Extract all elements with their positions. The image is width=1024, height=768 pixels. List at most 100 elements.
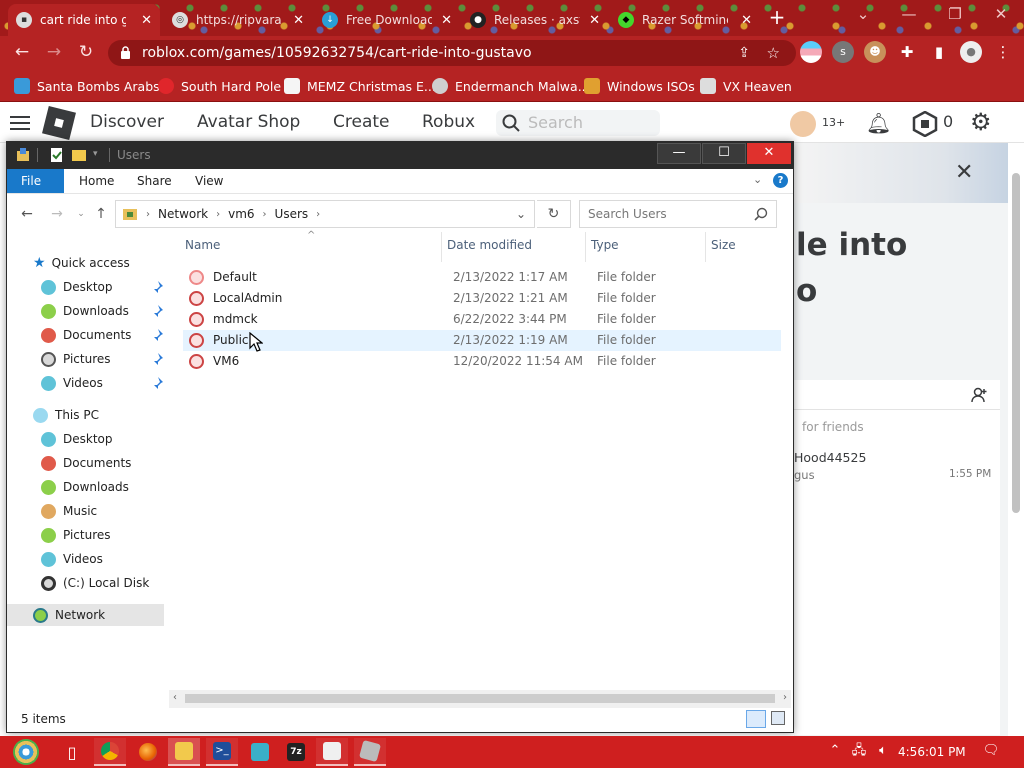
share-icon[interactable]: ⇪: [738, 40, 750, 66]
expand-ribbon-icon[interactable]: ⌄: [753, 173, 762, 186]
hamburger-menu-icon[interactable]: [10, 114, 30, 130]
side-panel-icon[interactable]: ▮: [928, 41, 950, 63]
pin-icon[interactable]: [150, 280, 164, 294]
table-row[interactable]: LocalAdmin 2/13/2022 1:21 AM File folder: [183, 288, 781, 309]
extensions-puzzle-icon[interactable]: ✚: [896, 41, 918, 63]
close-tab-icon[interactable]: ✕: [433, 13, 452, 28]
nav-robux[interactable]: Robux: [422, 112, 475, 132]
crumb-network[interactable]: Network: [158, 207, 208, 221]
nav-pc-videos[interactable]: Videos: [41, 548, 103, 570]
back-arrow-icon[interactable]: ←: [18, 205, 36, 223]
crumb-vm6[interactable]: vm6: [228, 207, 254, 221]
taskbar-file-explorer[interactable]: [168, 738, 200, 766]
details-view-icon[interactable]: [746, 710, 766, 728]
volume-icon[interactable]: 🔈︎: [874, 742, 892, 760]
pin-icon[interactable]: [150, 304, 164, 318]
tray-overflow-icon[interactable]: ⌃: [826, 742, 844, 760]
tab-free-download[interactable]: ↓ Free Download ✕: [314, 4, 460, 36]
task-view-button[interactable]: ▯: [56, 738, 88, 766]
tab-cart-ride[interactable]: ▪ cart ride into gu ✕: [8, 4, 160, 36]
nav-qa-downloads[interactable]: Downloads: [41, 300, 129, 322]
nav-create[interactable]: Create: [333, 112, 390, 132]
nav-pc-documents[interactable]: Documents: [41, 452, 131, 474]
roblox-logo-icon[interactable]: [42, 106, 76, 140]
nav-pc-pictures[interactable]: Pictures: [41, 524, 111, 546]
minimize-button[interactable]: —: [886, 0, 932, 30]
breadcrumb[interactable]: › Network › vm6 › Users › ⌄: [115, 200, 535, 228]
tab-releases[interactable]: ● Releases · axst ✕: [462, 4, 608, 36]
close-tab-icon[interactable]: ✕: [581, 13, 600, 28]
nav-qa-pictures[interactable]: Pictures: [41, 348, 111, 370]
scrollbar-thumb[interactable]: [1012, 173, 1020, 513]
refresh-button[interactable]: ↻: [537, 200, 571, 228]
nav-discover[interactable]: Discover: [90, 112, 164, 132]
taskbar-window[interactable]: [316, 738, 348, 766]
scrollbar-thumb[interactable]: [185, 694, 775, 703]
help-icon[interactable]: ?: [773, 173, 788, 188]
nav-qa-videos[interactable]: Videos: [41, 372, 103, 394]
notifications-icon[interactable]: 🗨︎: [982, 742, 1000, 760]
nav-network[interactable]: Network: [7, 604, 164, 626]
scroll-left-icon[interactable]: ‹: [173, 692, 177, 703]
bookmark-memz[interactable]: MEMZ Christmas E...: [284, 76, 436, 96]
system-clock[interactable]: 4:56:01 PM: [898, 736, 966, 768]
large-icons-view-icon[interactable]: [771, 711, 785, 725]
bookmark-endermanch[interactable]: Endermanch Malwa...: [432, 76, 590, 96]
nav-pc-music[interactable]: Music: [41, 500, 97, 522]
nav-this-pc[interactable]: This PC: [33, 404, 99, 426]
tab-search-icon[interactable]: ⌄: [840, 0, 886, 30]
game-thumbnail[interactable]: [794, 143, 1008, 203]
nav-qa-desktop[interactable]: Desktop: [41, 276, 113, 298]
address-dropdown-icon[interactable]: ⌄: [516, 207, 526, 221]
explorer-minimize-button[interactable]: —: [657, 143, 701, 164]
profile-icon[interactable]: ●: [960, 41, 982, 63]
pin-icon[interactable]: [150, 352, 164, 366]
add-friends-icon[interactable]: [970, 386, 988, 404]
tab-file[interactable]: File: [7, 169, 64, 193]
column-header-date[interactable]: Date modified: [447, 238, 532, 252]
table-row[interactable]: mdmck 6/22/2022 3:44 PM File folder: [183, 309, 781, 330]
tab-view[interactable]: View: [181, 169, 237, 193]
explorer-title-bar[interactable]: ▾ Users — ☐ ✕: [7, 142, 793, 169]
chrome-menu-icon[interactable]: ⋮: [992, 41, 1014, 63]
roblox-search-input[interactable]: Search: [496, 110, 660, 136]
extension-flag-icon[interactable]: [800, 41, 822, 63]
pin-icon[interactable]: [150, 328, 164, 342]
extension-avatar-icon[interactable]: ☻: [864, 41, 886, 63]
nav-quick-access[interactable]: ★ Quick access: [33, 252, 130, 274]
nav-pc-local-disk[interactable]: (C:) Local Disk: [41, 572, 149, 594]
column-header-name[interactable]: Name: [185, 238, 220, 252]
close-icon[interactable]: ✕: [955, 160, 973, 185]
avatar[interactable]: [790, 111, 816, 137]
search-input[interactable]: Search Users: [579, 200, 777, 228]
tab-home[interactable]: Home: [65, 169, 128, 193]
taskbar-powershell[interactable]: >_: [206, 738, 238, 766]
restore-button[interactable]: ❐: [932, 0, 978, 30]
taskbar-chrome[interactable]: [94, 738, 126, 766]
new-tab-button[interactable]: +: [764, 6, 790, 30]
network-tray-icon[interactable]: 🖧︎: [850, 742, 868, 760]
customize-toolbar-icon[interactable]: ▾: [93, 149, 98, 159]
close-window-button[interactable]: ✕: [978, 0, 1024, 30]
column-header-type[interactable]: Type: [591, 238, 619, 252]
back-button[interactable]: ←: [10, 40, 34, 64]
up-arrow-icon[interactable]: ↑: [92, 205, 110, 223]
nav-pc-downloads[interactable]: Downloads: [41, 476, 129, 498]
new-folder-icon[interactable]: [71, 147, 87, 163]
taskbar-app[interactable]: [244, 738, 276, 766]
address-bar[interactable]: roblox.com/games/10592632754/cart-ride-i…: [108, 40, 796, 66]
table-row[interactable]: Public 2/13/2022 1:19 AM File folder: [183, 330, 781, 351]
chat-username[interactable]: Hood44525: [794, 450, 866, 465]
bookmark-vx-heaven[interactable]: VX Heaven: [700, 76, 792, 96]
horizontal-scrollbar[interactable]: ‹ ›: [169, 690, 791, 708]
properties-icon[interactable]: [49, 147, 65, 163]
bookmark-santa-bombs[interactable]: Santa Bombs Arabs: [14, 76, 160, 96]
tab-razer[interactable]: ◆ Razer Softmine ✕: [610, 4, 760, 36]
notifications-bell-icon[interactable]: 🔔︎: [866, 111, 891, 135]
taskbar-firefox[interactable]: [132, 738, 164, 766]
settings-gear-icon[interactable]: ⚙: [970, 109, 992, 135]
pin-icon[interactable]: [150, 376, 164, 390]
explorer-close-button[interactable]: ✕: [747, 143, 791, 164]
column-header-size[interactable]: Size: [711, 238, 736, 252]
crumb-users[interactable]: Users: [275, 207, 309, 221]
